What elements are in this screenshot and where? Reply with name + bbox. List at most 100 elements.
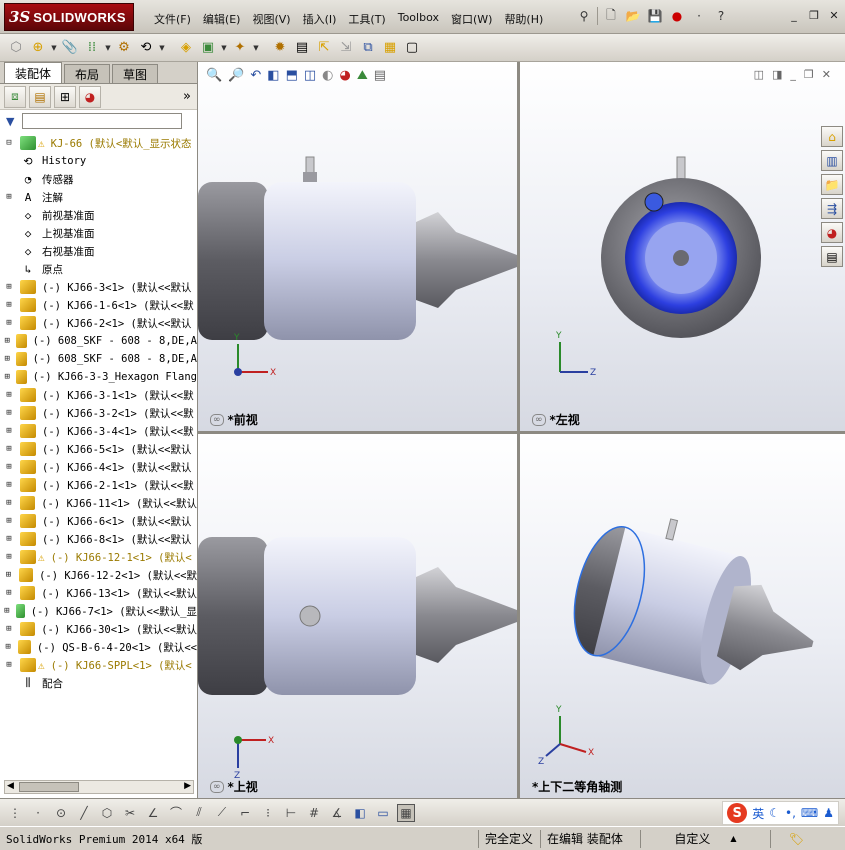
status-units[interactable]: 自定义 ▲ [640,829,770,848]
options-icon[interactable]: · [690,7,708,25]
status-tag-icon[interactable]: 🏷 [770,829,810,848]
toggle-display-icon[interactable]: ▭ [374,804,392,822]
polygon-icon[interactable]: ⬡ [98,804,116,822]
view-palette-icon[interactable]: ⇶ [821,198,843,219]
circle-icon[interactable]: ⊙ [52,804,70,822]
solidworks-resources-icon[interactable]: ⌂ [821,126,843,147]
instant3d-icon[interactable]: ▢ [402,38,422,58]
tree-item[interactable]: ⊞ (-) KJ66-3<1> (默认<<默认 [0,278,197,296]
expand-toggle-icon[interactable]: ⊞ [4,498,14,508]
tree-item[interactable]: ⊞ ⚠ (-) KJ66-SPPL<1> (默认< [0,656,197,674]
tree-item[interactable]: ⊞ (-) KJ66-6<1> (默认<<默认 [0,512,197,530]
tree-item[interactable]: ⊞ (-) KJ66-11<1> (默认<<默认 [0,494,197,512]
trim-icon[interactable]: ✂ [121,804,139,822]
explode-line-sketch-icon[interactable]: ⇲ [336,38,356,58]
menu-insert[interactable]: 插入(I) [297,9,343,29]
tree-item[interactable]: ⊞⟲History [0,152,197,170]
angle-icon[interactable]: ∠ [144,804,162,822]
assembly-features-icon[interactable]: ▣ [198,38,218,58]
tree-item[interactable]: ⊞ (-) KJ66-4<1> (默认<<默认 [0,458,197,476]
dropdown-arrow-icon[interactable]: ▼ [50,44,58,52]
new-motion-study-icon[interactable]: ✹ [270,38,290,58]
scroll-right-icon[interactable]: ▶ [184,781,191,791]
tree-item[interactable]: ⊞ A 注解 [0,188,197,206]
property-manager-icon[interactable]: ▤ [29,85,51,108]
expand-toggle-icon[interactable]: ⊞ [4,624,14,634]
sogou-ime-icon[interactable]: S [727,803,748,823]
tree-item[interactable]: ⊞ ⚠ (-) KJ66-12-1<1> (默认< [0,548,197,566]
tree-item[interactable]: ⊞ (-) KJ66-2<1> (默认<<默认 [0,314,197,332]
bill-of-materials-icon[interactable]: ▤ [292,38,312,58]
expand-panel-icon[interactable]: » [183,89,191,104]
tree-item[interactable]: ⊞ (-) KJ66-8<1> (默认<<默认 [0,530,197,548]
close-icon[interactable]: ✕ [827,9,841,22]
menu-toolbox[interactable]: Toolbox [392,9,445,29]
feature-manager-tree-icon[interactable]: ⧈ [4,85,26,108]
save-icon[interactable]: 💾 [646,7,664,25]
configuration-manager-icon[interactable]: ⊞ [54,85,76,108]
expand-toggle-icon[interactable]: ⊞ [4,282,14,292]
collapse-toggle-icon[interactable]: ⊟ [4,138,14,148]
tab-sketch[interactable]: 草图 [112,64,159,83]
viewport-top[interactable]: Z X ∞ *上视 [198,434,517,798]
tree-item[interactable]: ⊞ (-) KJ66-3-4<1> (默认<<默 [0,422,197,440]
menu-window[interactable]: 窗口(W) [445,9,498,29]
filter-input[interactable] [22,113,183,129]
line-icon[interactable]: ╱ [75,804,93,822]
new-document-icon[interactable]: 🗋 [602,7,620,25]
tab-layout[interactable]: 布局 [64,64,111,83]
appearances-scenes-icon[interactable]: ◕ [821,222,843,243]
expand-toggle-icon[interactable]: ⊞ [4,390,14,400]
move-component-icon[interactable]: ⟲ [136,38,156,58]
expand-toggle-icon[interactable]: ⊞ [4,642,12,652]
expand-toggle-icon[interactable]: ⊞ [4,660,14,670]
tree-item[interactable]: ⊞ (-) 608_SKF - 608 - 8,DE,A [0,350,197,368]
table-view-icon[interactable]: ▦ [397,803,415,822]
link-views-icon[interactable]: ∞ [532,413,546,426]
link-views-icon[interactable]: ∞ [210,780,224,793]
expand-toggle-icon[interactable]: ⊞ [4,570,13,580]
dropdown-arrow-icon[interactable]: ▼ [252,44,260,52]
tree-item[interactable]: ⊞ (-) KJ66-2-1<1> (默认<<默 [0,476,197,494]
tree-item[interactable]: ⊞ (-) QS-B-6-4-20<1> (默认<< [0,638,197,656]
tree-item[interactable]: ⊞ (-) KJ66-1-6<1> (默认<<默 [0,296,197,314]
expand-toggle-icon[interactable]: ⊞ [4,408,14,418]
minimize-icon[interactable]: _ [787,9,801,22]
tree-item[interactable]: ⊞◔传感器 [0,170,197,188]
linear-pattern-icon[interactable]: ⁞⁞ [82,38,102,58]
expand-toggle-icon[interactable]: ⊞ [4,552,14,562]
restore-icon[interactable]: ❐ [807,9,821,22]
expand-toggle-icon[interactable]: ⊞ [4,318,14,328]
menu-view[interactable]: 视图(V) [246,9,296,29]
expand-toggle-icon[interactable]: ⊞ [4,192,14,202]
scroll-left-icon[interactable]: ◀ [7,781,14,791]
menu-help[interactable]: 帮助(H) [498,9,549,29]
link-views-icon[interactable]: ∞ [210,413,224,426]
expand-toggle-icon[interactable]: ⊞ [4,444,14,454]
tree-horizontal-scrollbar[interactable]: ◀ ▶ [4,780,194,794]
tree-item[interactable]: ⊞ (-) KJ66-3-2<1> (默认<<默 [0,404,197,422]
pattern-icon[interactable]: ⟋ [213,804,231,822]
tree-item[interactable]: ⊞ (-) KJ66-5<1> (默认<<默认 [0,440,197,458]
dimension-icon[interactable]: ⊢ [282,804,300,822]
solidworks-logo[interactable]: 3S SOLIDWORKS [4,3,134,31]
open-folder-icon[interactable]: 📂 [624,7,642,25]
tree-item[interactable]: ⊞↳原点 [0,260,197,278]
ime-user-icon[interactable]: ♟ [823,806,834,820]
expand-toggle-icon[interactable]: ⊞ [4,372,10,382]
corner-icon[interactable]: ⌐ [236,804,254,822]
scrollbar-thumb[interactable] [19,782,79,792]
pin-icon[interactable]: ⚲ [575,7,593,25]
grid-icon[interactable]: # [305,804,323,822]
tree-item[interactable]: ⊞ (-) KJ66-7<1> (默认<<默认_显 [0,602,197,620]
viewport-close-icon[interactable]: ✕ [822,68,831,81]
ime-keyboard-icon[interactable]: ⌨ [801,806,818,820]
tab-assembly[interactable]: 装配体 [4,62,63,83]
show-hidden-components-icon[interactable]: ◈ [176,38,196,58]
expand-toggle-icon[interactable]: ⊞ [4,516,14,526]
viewport-front[interactable]: 🔍 🔎 ↶ ◧ ⬒ ◫ ◐ ◕ ⛰ ▤ Y X ∞ *前视 [198,62,517,431]
rebuild-traffic-light-icon[interactable]: ● [668,7,686,25]
expand-toggle-icon[interactable]: ⊞ [4,480,14,490]
help-icon[interactable]: ? [712,7,730,25]
tree-item[interactable]: ⊞⫼配合 [0,674,197,692]
